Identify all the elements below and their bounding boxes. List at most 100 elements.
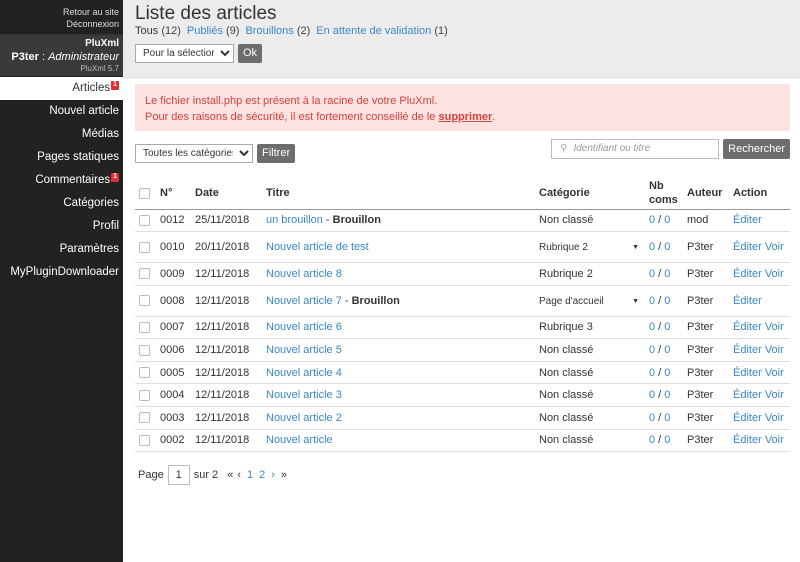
edit-link[interactable]: Éditer bbox=[733, 241, 762, 253]
row-checkbox[interactable] bbox=[139, 344, 150, 356]
article-title-link[interactable]: Nouvel article 5 bbox=[266, 344, 342, 356]
row-checkbox[interactable] bbox=[139, 435, 150, 447]
article-title-link[interactable]: Nouvel article 7 bbox=[266, 295, 342, 307]
user-info: P3ter : Administrateur bbox=[0, 50, 119, 64]
status-filter-0[interactable]: Tous (12) bbox=[135, 25, 181, 37]
view-link[interactable]: Voir bbox=[765, 321, 784, 333]
article-title-link[interactable]: Nouvel article 8 bbox=[266, 268, 342, 280]
comments-validated-link[interactable]: 0 bbox=[649, 344, 655, 356]
article-title-link[interactable]: Nouvel article 6 bbox=[266, 321, 342, 333]
sidebar-item-articles[interactable]: Articles 1 bbox=[0, 77, 123, 100]
row-checkbox[interactable] bbox=[139, 367, 150, 379]
view-link[interactable]: Voir bbox=[765, 434, 784, 446]
edit-link[interactable]: Éditer bbox=[733, 412, 762, 424]
sidebar-item-commentaires[interactable]: Commentaires 1 bbox=[0, 169, 123, 192]
back-to-site-link[interactable]: Retour au site bbox=[0, 6, 119, 18]
comments-pending-link[interactable]: 0 bbox=[664, 268, 670, 280]
col-num[interactable]: N° bbox=[156, 178, 191, 210]
comments-pending-link[interactable]: 0 bbox=[664, 367, 670, 379]
comments-pending-link[interactable]: 0 bbox=[664, 412, 670, 424]
view-link[interactable]: Voir bbox=[765, 344, 784, 356]
bulk-action-select[interactable]: Pour la sélection... bbox=[135, 44, 234, 63]
page-number-input[interactable]: 1 bbox=[167, 465, 190, 485]
search-button[interactable]: Rechercher bbox=[723, 139, 790, 159]
delete-install-link[interactable]: supprimer bbox=[438, 111, 492, 123]
row-title-cell: Nouvel article 3 bbox=[262, 383, 535, 408]
comments-validated-link[interactable]: 0 bbox=[649, 321, 655, 333]
sidebar-item-nouvel-article[interactable]: Nouvel article bbox=[0, 100, 123, 123]
comments-pending-link[interactable]: 0 bbox=[664, 214, 670, 226]
edit-link[interactable]: Éditer bbox=[733, 268, 762, 280]
col-date[interactable]: Date bbox=[191, 178, 262, 210]
comments-validated-link[interactable]: 0 bbox=[649, 434, 655, 446]
comments-pending-link[interactable]: 0 bbox=[664, 434, 670, 446]
sidebar-item-myplugindownloader[interactable]: MyPluginDownloader bbox=[0, 261, 123, 284]
sidebar-item-categories[interactable]: Catégories bbox=[0, 192, 123, 215]
view-link[interactable]: Voir bbox=[765, 412, 784, 424]
sidebar-item-pages-statiques[interactable]: Pages statiques bbox=[0, 146, 123, 169]
row-checkbox[interactable] bbox=[139, 268, 150, 280]
ok-button[interactable]: Ok bbox=[238, 44, 263, 63]
logout-link[interactable]: Déconnexion bbox=[0, 18, 119, 30]
prev-page-link[interactable]: ‹ bbox=[237, 469, 241, 481]
sidebar-item-medias[interactable]: Médias bbox=[0, 123, 123, 146]
edit-link[interactable]: Éditer bbox=[733, 389, 762, 401]
table-header-row: N° Date Titre Catégorie Nb coms Auteur Ac… bbox=[135, 178, 790, 210]
edit-link[interactable]: Éditer bbox=[733, 295, 762, 307]
edit-link[interactable]: Éditer bbox=[733, 214, 762, 226]
row-checkbox[interactable] bbox=[139, 412, 150, 424]
comments-pending-link[interactable]: 0 bbox=[664, 241, 670, 253]
status-filter-2[interactable]: Brouillons (2) bbox=[245, 25, 310, 37]
comments-validated-link[interactable]: 0 bbox=[649, 214, 655, 226]
comments-validated-link[interactable]: 0 bbox=[649, 412, 655, 424]
sidebar-item-label: Articles bbox=[72, 82, 111, 94]
col-title[interactable]: Titre bbox=[262, 178, 535, 210]
edit-link[interactable]: Éditer bbox=[733, 344, 762, 356]
view-link[interactable]: Voir bbox=[765, 389, 784, 401]
status-filter-1[interactable]: Publiés (9) bbox=[187, 25, 240, 37]
search-input[interactable]: ⚲ Identifiant ou titre bbox=[551, 139, 720, 159]
row-checkbox[interactable] bbox=[139, 389, 150, 401]
category-select[interactable]: Rubrique 2 ▼ bbox=[539, 242, 639, 253]
row-action-cell: Éditer Voir bbox=[729, 338, 790, 362]
status-filter-3[interactable]: En attente de validation (1) bbox=[316, 25, 448, 37]
row-checkbox[interactable] bbox=[139, 295, 150, 307]
page-link-1[interactable]: 1 bbox=[247, 469, 253, 481]
category-select[interactable]: Page d'accueil ▼ bbox=[539, 296, 639, 307]
next-page-link[interactable]: › bbox=[271, 469, 275, 481]
row-checkbox[interactable] bbox=[139, 241, 150, 253]
comments-validated-link[interactable]: 0 bbox=[649, 268, 655, 280]
page-link-2[interactable]: 2 bbox=[259, 469, 265, 481]
comments-pending-link[interactable]: 0 bbox=[664, 389, 670, 401]
row-checkbox[interactable] bbox=[139, 322, 150, 334]
view-link[interactable]: Voir bbox=[765, 268, 784, 280]
filter-button[interactable]: Filtrer bbox=[257, 144, 296, 163]
comments-validated-link[interactable]: 0 bbox=[649, 241, 655, 253]
article-title-link[interactable]: Nouvel article de test bbox=[266, 241, 369, 253]
view-link[interactable]: Voir bbox=[765, 241, 784, 253]
comments-pending-link[interactable]: 0 bbox=[664, 321, 670, 333]
edit-link[interactable]: Éditer bbox=[733, 321, 762, 333]
last-page-link[interactable]: » bbox=[281, 469, 287, 481]
sidebar-item-parametres[interactable]: Paramètres bbox=[0, 238, 123, 261]
select-all-checkbox[interactable] bbox=[139, 187, 150, 199]
first-page-link[interactable]: « bbox=[227, 469, 233, 481]
col-category[interactable]: Catégorie bbox=[535, 178, 645, 210]
comments-pending-link[interactable]: 0 bbox=[664, 344, 670, 356]
category-filter-select[interactable]: Toutes les catégories... bbox=[135, 144, 253, 163]
article-title-link[interactable]: Nouvel article 4 bbox=[266, 367, 342, 379]
edit-link[interactable]: Éditer bbox=[733, 434, 762, 446]
view-link[interactable]: Voir bbox=[765, 367, 784, 379]
comments-pending-link[interactable]: 0 bbox=[664, 295, 670, 307]
article-title-link[interactable]: Nouvel article 2 bbox=[266, 412, 342, 424]
comments-validated-link[interactable]: 0 bbox=[649, 295, 655, 307]
category-label: Rubrique 3 bbox=[539, 321, 593, 334]
article-title-link[interactable]: Nouvel article 3 bbox=[266, 389, 342, 401]
comments-validated-link[interactable]: 0 bbox=[649, 389, 655, 401]
edit-link[interactable]: Éditer bbox=[733, 367, 762, 379]
article-title-link[interactable]: Nouvel article bbox=[266, 434, 333, 446]
sidebar-item-profil[interactable]: Profil bbox=[0, 215, 123, 238]
comments-validated-link[interactable]: 0 bbox=[649, 367, 655, 379]
row-checkbox[interactable] bbox=[139, 214, 150, 226]
article-title-link[interactable]: un brouillon bbox=[266, 214, 323, 226]
